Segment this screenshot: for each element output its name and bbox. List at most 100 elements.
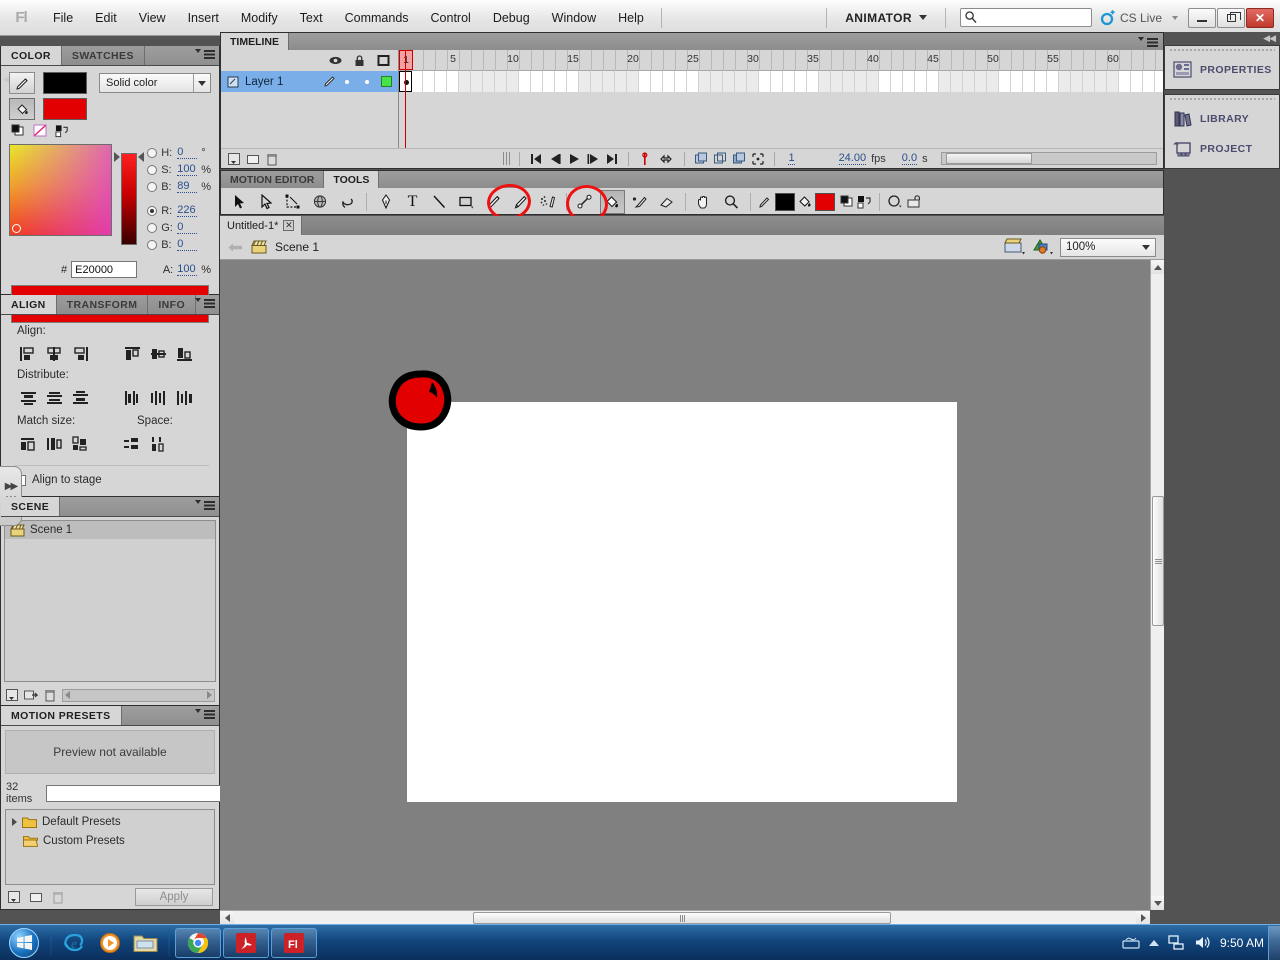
save-preset-icon[interactable]: [7, 890, 21, 904]
expand-triangle-icon[interactable]: [12, 817, 17, 826]
menu-item-view[interactable]: View: [128, 0, 177, 36]
pencil-edit-icon[interactable]: [323, 75, 337, 88]
modify-onion-markers-icon[interactable]: [713, 152, 727, 166]
panel-flyout-grip[interactable]: ▶▶: [0, 466, 22, 526]
menu-item-insert[interactable]: Insert: [177, 0, 230, 36]
expand-dock-icon[interactable]: ◀◀: [1263, 33, 1276, 44]
timeline-frame-cell[interactable]: [411, 71, 423, 92]
timeline-frame-cell[interactable]: [927, 71, 939, 92]
stage[interactable]: [407, 402, 957, 802]
cs-live-chevron-icon[interactable]: [1172, 15, 1178, 20]
timeline-frame-cell[interactable]: [951, 71, 963, 92]
frames-grid[interactable]: [399, 71, 1163, 92]
timeline-frame-cell[interactable]: [915, 71, 927, 92]
timeline-frame-cell[interactable]: [1155, 71, 1163, 92]
zoom-level-select[interactable]: 100%: [1060, 237, 1156, 257]
rgb-row-g[interactable]: G: 0: [147, 219, 211, 236]
hsb-row-s[interactable]: S: 100 %: [147, 161, 211, 178]
timeline-frame-cell[interactable]: [603, 71, 615, 92]
red-blob-drawing[interactable]: [388, 370, 458, 432]
playhead-handle[interactable]: 1: [399, 50, 413, 70]
rgb-row-b[interactable]: B: 0: [147, 236, 211, 253]
timeline-frame-cell[interactable]: [483, 71, 495, 92]
scroll-right-icon[interactable]: [1136, 910, 1150, 925]
radio-g[interactable]: [147, 222, 158, 233]
radio-s[interactable]: [147, 164, 158, 175]
network-icon[interactable]: [1168, 935, 1185, 950]
line-tool-button[interactable]: [427, 190, 452, 214]
timeline-frame-cell[interactable]: [699, 71, 711, 92]
timeline-frame-cell[interactable]: [975, 71, 987, 92]
menu-item-commands[interactable]: Commands: [334, 0, 420, 36]
stage-vertical-scrollbar[interactable]: [1150, 260, 1165, 910]
distribute-right-edge-button[interactable]: [171, 387, 197, 409]
timeline-frame-cell[interactable]: [447, 71, 459, 92]
free-transform-tool-button[interactable]: [281, 190, 306, 214]
text-tool-button[interactable]: T: [400, 190, 425, 214]
timeline-frame-cell[interactable]: [471, 71, 483, 92]
step-forward-one-frame-icon[interactable]: [586, 152, 600, 166]
rgb-row-r[interactable]: R: 226: [147, 202, 211, 219]
timeline-frame-cell[interactable]: [963, 71, 975, 92]
taskbar-media-player[interactable]: [92, 928, 128, 958]
value-r[interactable]: 226: [177, 204, 198, 217]
eraser-tool-button[interactable]: [654, 190, 679, 214]
timeline-frame-cell[interactable]: [1083, 71, 1095, 92]
motion-presets-search-input[interactable]: [46, 784, 226, 802]
value-h[interactable]: 0: [177, 146, 198, 159]
taskbar-file-explorer[interactable]: [128, 928, 164, 958]
saturation-brightness-field[interactable]: [9, 144, 113, 236]
new-folder-icon[interactable]: [29, 890, 43, 904]
duplicate-scene-icon[interactable]: [5, 688, 19, 702]
distribute-top-edge-button[interactable]: [15, 387, 41, 409]
step-back-one-frame-icon[interactable]: [548, 152, 562, 166]
bone-tool-button[interactable]: [573, 190, 598, 214]
motion-presets-menu-button[interactable]: [195, 709, 215, 713]
show-hidden-icons-icon[interactable]: [1148, 939, 1159, 946]
close-button[interactable]: ✕: [1246, 7, 1274, 28]
stroke-eyedropper-icon[interactable]: [757, 194, 773, 210]
back-arrow-icon[interactable]: [228, 242, 243, 253]
horizontal-scroll-thumb[interactable]: [473, 912, 891, 924]
tab-align[interactable]: ALIGN: [1, 295, 57, 314]
lasso-tool-button[interactable]: [335, 190, 360, 214]
timeline-frame-cell[interactable]: [1131, 71, 1143, 92]
scroll-up-icon[interactable]: [1151, 260, 1165, 274]
panel-grip-icon[interactable]: [1169, 97, 1275, 102]
timeline-frame-cell[interactable]: [579, 71, 591, 92]
document-tab[interactable]: Untitled-1* ✕: [220, 216, 303, 235]
timeline-frame-cell[interactable]: [783, 71, 795, 92]
no-color-icon[interactable]: [33, 124, 48, 138]
search-input[interactable]: [959, 8, 1092, 27]
timeline-frame-cell[interactable]: [939, 71, 951, 92]
layer-lock-dot[interactable]: [365, 79, 369, 84]
minimize-button[interactable]: [1188, 7, 1216, 28]
menu-item-debug[interactable]: Debug: [482, 0, 541, 36]
ink-bottle-tool-button[interactable]: [627, 190, 652, 214]
3d-rotation-tool-button[interactable]: [308, 190, 333, 214]
space-evenly-horizontally-button[interactable]: [145, 433, 171, 455]
timeline-frame-cell[interactable]: [435, 71, 447, 92]
restore-button[interactable]: [1217, 7, 1245, 28]
taskbar-internet-explorer[interactable]: e: [56, 928, 92, 958]
timeline-scroll-thumb[interactable]: [945, 153, 1032, 164]
workspace-switcher[interactable]: ANIMATOR: [833, 6, 939, 30]
selection-tool-button[interactable]: [227, 190, 252, 214]
timeline-frame-cell[interactable]: [615, 71, 627, 92]
timeline-frame-cell[interactable]: [531, 71, 543, 92]
go-to-first-frame-icon[interactable]: [529, 152, 543, 166]
right-dock-item-project[interactable]: PROJECT: [1165, 134, 1279, 164]
space-evenly-vertically-button[interactable]: [119, 433, 145, 455]
align-horizontal-center-button[interactable]: [41, 343, 67, 365]
apply-preset-button[interactable]: Apply: [135, 888, 213, 906]
hsb-row-b[interactable]: B: 89 %: [147, 178, 211, 195]
lock-fill-icon[interactable]: [906, 194, 924, 210]
timeline-frame-cell[interactable]: [879, 71, 891, 92]
color-panel-menu-button[interactable]: [195, 49, 215, 53]
match-width-button[interactable]: [15, 433, 41, 455]
layer-outline-color-swatch[interactable]: [381, 76, 392, 87]
timeline-frame-cell[interactable]: [987, 71, 999, 92]
outline-icon[interactable]: [377, 54, 390, 67]
tab-color[interactable]: COLOR: [1, 46, 62, 65]
spray-brush-tool-button[interactable]: [535, 190, 560, 214]
